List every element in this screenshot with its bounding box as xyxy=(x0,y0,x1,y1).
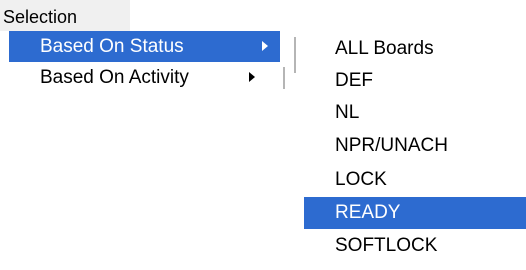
menu-item-label: Based On Status xyxy=(40,36,184,57)
menu-separator xyxy=(283,67,285,89)
status-item-label: SOFTLOCK xyxy=(335,235,438,256)
status-item-label: NPR/UNACH xyxy=(335,135,448,156)
status-item-label: ALL Boards xyxy=(335,38,434,59)
submenu-arrow-icon xyxy=(262,41,268,51)
status-item-label: DEF xyxy=(335,70,373,91)
status-item-label: LOCK xyxy=(335,169,387,190)
status-item-npr-unach[interactable]: NPR/UNACH xyxy=(304,130,526,162)
status-item-softlock[interactable]: SOFTLOCK xyxy=(304,230,526,262)
status-item-nl[interactable]: NL xyxy=(304,97,526,129)
menu-separator xyxy=(294,37,296,73)
status-item-def[interactable]: DEF xyxy=(304,65,526,97)
menu-item-label: Based On Activity xyxy=(40,67,189,88)
status-list: ALL Boards DEF NL NPR/UNACH LOCK READY S… xyxy=(304,33,526,270)
status-item-all-boards[interactable]: ALL Boards xyxy=(304,33,526,65)
menu-item-based-on-status[interactable]: Based On Status xyxy=(9,31,280,62)
status-item-ready[interactable]: READY xyxy=(304,197,526,229)
selection-submenu: Based On Status Based On Activity xyxy=(0,31,296,115)
submenu-arrow-icon xyxy=(249,72,255,82)
menu-selection[interactable]: Selection xyxy=(3,6,77,28)
status-item-lock[interactable]: LOCK xyxy=(304,164,526,196)
status-item-label: NL xyxy=(335,102,360,123)
menu-bar: Selection xyxy=(0,0,130,31)
menu-item-based-on-activity[interactable]: Based On Activity xyxy=(9,62,280,93)
status-item-label: READY xyxy=(335,202,401,223)
